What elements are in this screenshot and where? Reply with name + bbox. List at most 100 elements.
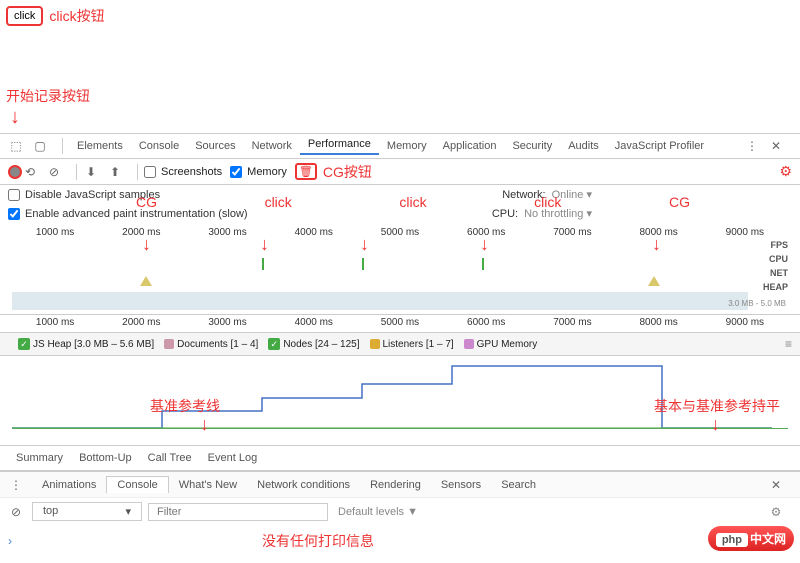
- arrow-icon: ↓: [711, 414, 720, 435]
- context-select[interactable]: top ▾: [32, 502, 142, 521]
- tick: 6000 ms: [467, 317, 505, 328]
- check-icon[interactable]: ✓: [18, 338, 30, 350]
- levels-select[interactable]: Default levels ▼: [338, 506, 418, 518]
- dots-icon[interactable]: ⋮: [8, 477, 24, 493]
- memory-label: Memory: [247, 166, 287, 178]
- documents-label: Documents [1 – 4]: [177, 339, 258, 350]
- trash-icon[interactable]: 🗑: [295, 163, 317, 180]
- matching-label: 基本与基准参考持平: [654, 396, 780, 416]
- console-body[interactable]: › 没有任何打印信息 php中文网: [0, 525, 800, 557]
- close-icon[interactable]: ✕: [768, 138, 784, 154]
- baseline-label: 基准参考线: [150, 396, 220, 416]
- peak-icon: [140, 276, 152, 286]
- tab-summary[interactable]: Summary: [8, 450, 71, 466]
- block-icon[interactable]: ⊘: [8, 504, 24, 520]
- lane-cpu: CPU: [769, 254, 788, 264]
- drawer-close-icon[interactable]: ✕: [768, 477, 784, 493]
- screenshots-checkbox[interactable]: [144, 166, 156, 178]
- arrow-icon: ↓: [360, 234, 369, 255]
- drawer-tab-search[interactable]: Search: [491, 477, 546, 493]
- inspect-icon[interactable]: ⬚: [8, 138, 24, 154]
- tab-application[interactable]: Application: [435, 140, 505, 152]
- options-row-2: Enable advanced paint instrumentation (s…: [0, 204, 800, 223]
- tab-bottom-up[interactable]: Bottom-Up: [71, 450, 140, 466]
- memory-checkbox[interactable]: [230, 166, 242, 178]
- tab-security[interactable]: Security: [504, 140, 560, 152]
- page-click-button[interactable]: click: [6, 6, 43, 26]
- drawer-tab-rendering[interactable]: Rendering: [360, 477, 431, 493]
- filter-input[interactable]: [148, 503, 328, 521]
- tab-console[interactable]: Console: [131, 140, 187, 152]
- tick: 1000 ms: [36, 227, 74, 238]
- cg-mark-1: CG: [136, 194, 157, 210]
- detail-ruler[interactable]: 1000 ms 2000 ms 3000 ms 4000 ms 5000 ms …: [0, 315, 800, 333]
- heap-graph[interactable]: 基准参考线 基本与基准参考持平 ↓ ↓: [0, 356, 800, 446]
- arrow-icon: ↓: [260, 234, 269, 255]
- cg-mark-2: CG: [669, 194, 690, 210]
- tab-memory[interactable]: Memory: [379, 140, 435, 152]
- tick: 9000 ms: [726, 227, 764, 238]
- js-heap-label: JS Heap [3.0 MB – 5.6 MB]: [33, 339, 154, 350]
- no-print-label: 没有任何打印信息: [262, 531, 374, 551]
- reload-icon[interactable]: ⟲: [22, 164, 38, 180]
- upload-icon[interactable]: ⬆: [107, 164, 123, 180]
- drawer-tab-console[interactable]: Console: [106, 476, 168, 493]
- enable-paint-checkbox[interactable]: [8, 208, 20, 220]
- drawer-tab-sensors[interactable]: Sensors: [431, 477, 491, 493]
- gear-icon[interactable]: ⚙: [779, 163, 792, 180]
- devtools-main-toolbar: ⬚ ▢ Elements Console Sources Network Per…: [0, 133, 800, 159]
- divider: [62, 138, 63, 154]
- lanes: FPS CPU NET HEAP 3.0 MB - 5.0 MB ↓ ↓ ↓ ↓…: [12, 240, 788, 310]
- overview-timeline[interactable]: 1000 ms 2000 ms 3000 ms 4000 ms 5000 ms …: [0, 223, 800, 315]
- tick: 4000 ms: [295, 227, 333, 238]
- tab-event-log[interactable]: Event Log: [200, 450, 266, 466]
- click-tick: [262, 258, 264, 270]
- devices-icon[interactable]: ▢: [32, 138, 48, 154]
- drawer-tab-animations[interactable]: Animations: [32, 477, 106, 493]
- tick: 4000 ms: [295, 317, 333, 328]
- download-icon[interactable]: ⬇: [83, 164, 99, 180]
- hamburger-icon[interactable]: ≡: [785, 337, 792, 351]
- swatch-listeners[interactable]: [370, 339, 380, 349]
- performance-toolbar: ⟲ ⊘ ⬇ ⬆ Screenshots Memory 🗑 CG按钮 ⚙: [0, 159, 800, 185]
- click-mark-2: click: [399, 194, 426, 210]
- tab-elements[interactable]: Elements: [69, 140, 131, 152]
- record-label: 开始记录按钮: [6, 88, 90, 104]
- drawer-tab-whatsnew[interactable]: What's New: [169, 477, 247, 493]
- drawer-tabs: ⋮ Animations Console What's New Network …: [0, 471, 800, 497]
- lane-net: NET: [770, 268, 788, 278]
- tab-js-profiler[interactable]: JavaScript Profiler: [607, 140, 712, 152]
- arrow-icon: ↓: [480, 234, 489, 255]
- tab-performance[interactable]: Performance: [300, 138, 379, 155]
- record-button[interactable]: [8, 165, 22, 179]
- heap-range-text: 3.0 MB - 5.0 MB: [728, 299, 786, 308]
- disable-js-checkbox[interactable]: [8, 189, 20, 201]
- peak-icon: [648, 276, 660, 286]
- check-icon[interactable]: ✓: [268, 338, 280, 350]
- summary-tabs: Summary Bottom-Up Call Tree Event Log: [0, 446, 800, 471]
- gear-icon[interactable]: ⚙: [768, 504, 784, 520]
- drawer-tab-netcond[interactable]: Network conditions: [247, 477, 360, 493]
- tick: 1000 ms: [36, 317, 74, 328]
- tick: 7000 ms: [553, 227, 591, 238]
- memory-legend: ✓ JS Heap [3.0 MB – 5.6 MB] Documents [1…: [0, 333, 800, 356]
- tick: 7000 ms: [553, 317, 591, 328]
- click-tick: [482, 258, 484, 270]
- cg-btn-label: CG按钮: [323, 162, 372, 182]
- tick: 8000 ms: [639, 317, 677, 328]
- tab-call-tree[interactable]: Call Tree: [140, 450, 200, 466]
- clear-icon[interactable]: ⊘: [46, 164, 62, 180]
- tab-audits[interactable]: Audits: [560, 140, 607, 152]
- prompt-icon: ›: [8, 534, 12, 548]
- tick: 3000 ms: [208, 227, 246, 238]
- tick: 5000 ms: [381, 317, 419, 328]
- swatch-documents[interactable]: [164, 339, 174, 349]
- tab-sources[interactable]: Sources: [187, 140, 243, 152]
- tab-network[interactable]: Network: [244, 140, 300, 152]
- dots-icon[interactable]: ⋮: [744, 138, 760, 154]
- swatch-gpu[interactable]: [464, 339, 474, 349]
- listeners-label: Listeners [1 – 7]: [383, 339, 454, 350]
- time-ruler-2: 1000 ms 2000 ms 3000 ms 4000 ms 5000 ms …: [12, 317, 788, 328]
- divider: [137, 164, 138, 180]
- tick: 2000 ms: [122, 317, 160, 328]
